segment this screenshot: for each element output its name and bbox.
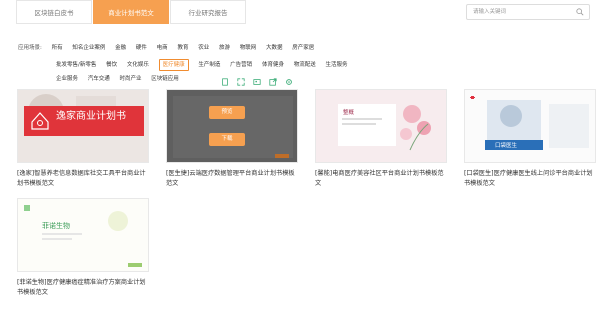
thumbnail-image: [465, 90, 595, 162]
filter-education[interactable]: 教育: [177, 43, 188, 53]
filter-row-3: 企业服务 汽车交通 时尚产业 区块链应用: [56, 74, 187, 84]
card-thumbnail[interactable]: 菲诺生物: [17, 198, 149, 272]
filter-entertainment[interactable]: 文化娱乐: [127, 60, 149, 70]
filter-row-1: 应用场景: 所有 知名企业案例 金融 硬件 电商 教育 农业 旅游 物联网 大数…: [18, 43, 322, 53]
search-box[interactable]: 请输入关键词: [466, 4, 590, 20]
filter-manufacturing[interactable]: 生产制造: [198, 60, 220, 70]
card-thumbnail[interactable]: 逸家商业计划书: [17, 89, 149, 163]
filter-healthcare[interactable]: 医疗健康: [158, 59, 189, 71]
filter-retail[interactable]: 批发零售/新零售: [56, 60, 96, 70]
filter-agriculture[interactable]: 农业: [198, 43, 209, 53]
filter-finance[interactable]: 金融: [115, 43, 126, 53]
filter-label: 应用场景:: [18, 45, 42, 51]
filter-real-estate[interactable]: 房产家居: [292, 43, 314, 53]
top-bar: 区块链白皮书 商业计划书范文 行业研究报告 请输入关键词: [0, 0, 600, 24]
filter-all[interactable]: 所有: [52, 43, 63, 53]
filter-auto[interactable]: 汽车交通: [88, 74, 110, 84]
search-input[interactable]: 请输入关键词: [473, 5, 506, 19]
search-icon[interactable]: [576, 8, 584, 16]
thumbnail-title: 整概: [343, 110, 355, 116]
filter-blockchain-app[interactable]: 区块链应用: [151, 74, 179, 84]
image-icon[interactable]: [253, 78, 261, 86]
share-icon[interactable]: [269, 78, 277, 86]
card-thumbnail[interactable]: 口袋医生: [464, 89, 596, 163]
preview-button[interactable]: 预览: [209, 106, 245, 119]
fullscreen-icon[interactable]: [237, 78, 245, 86]
thumbnail-image: [316, 90, 446, 162]
settings-icon[interactable]: [285, 78, 293, 86]
filter-ecommerce[interactable]: 电商: [157, 43, 168, 53]
document-icon[interactable]: [221, 78, 229, 86]
tab-industry-report[interactable]: 行业研究报告: [170, 0, 246, 24]
filter-fashion[interactable]: 时尚产业: [120, 74, 142, 84]
filter-iot[interactable]: 物联网: [240, 43, 257, 53]
hover-overlay: [167, 90, 297, 162]
filter-advertising[interactable]: 广告营销: [230, 60, 252, 70]
tab-blockchain-whitepaper[interactable]: 区块链白皮书: [16, 0, 92, 24]
filter-fitness[interactable]: 体育健身: [262, 60, 284, 70]
filter-logistics[interactable]: 物流配送: [294, 60, 316, 70]
filter-catering[interactable]: 餐饮: [106, 60, 117, 70]
filter-enterprise[interactable]: 企业服务: [56, 74, 78, 84]
card-title[interactable]: [医生捷]云端医疗数据管理平台商业计划书模板范文: [166, 169, 300, 189]
card-title[interactable]: [菲诺生物]医疗健康癌症精准治疗方案商业计划书模板范文: [17, 278, 151, 298]
thumbnail-image: [18, 90, 148, 162]
thumbnail-title: 逸家商业计划书: [56, 111, 126, 122]
filter-famous-cases[interactable]: 知名企业案例: [72, 43, 105, 53]
filter-life-services[interactable]: 生活服务: [325, 60, 347, 70]
filter-travel[interactable]: 旅游: [219, 43, 230, 53]
tab-business-plan[interactable]: 商业计划书范文: [93, 0, 169, 24]
card-title[interactable]: [逸家]智慧养老信息数据库社交工具平台商业计划书模板范文: [17, 169, 151, 189]
card-title[interactable]: [口袋医生]医疗健康医生线上问诊平台商业计划书模板范文: [464, 169, 598, 189]
card-thumbnail[interactable]: 整概: [315, 89, 447, 163]
thumbnail-title: 口袋医生: [495, 143, 518, 149]
thumbnail-title: 菲诺生物: [42, 222, 70, 230]
thumbnail-image: [18, 199, 148, 271]
filter-bigdata[interactable]: 大数据: [266, 43, 283, 53]
download-button[interactable]: 下载: [209, 133, 245, 146]
filter-row-2: 批发零售/新零售 餐饮 文化娱乐 医疗健康 生产制造 广告营销 体育健身 物流配…: [56, 59, 355, 71]
filter-hardware[interactable]: 硬件: [136, 43, 147, 53]
card-thumbnail[interactable]: 预览 下载: [166, 89, 298, 163]
card-title[interactable]: [馨能]电商医疗美容社区平台商业计划书模板范文: [315, 169, 449, 189]
